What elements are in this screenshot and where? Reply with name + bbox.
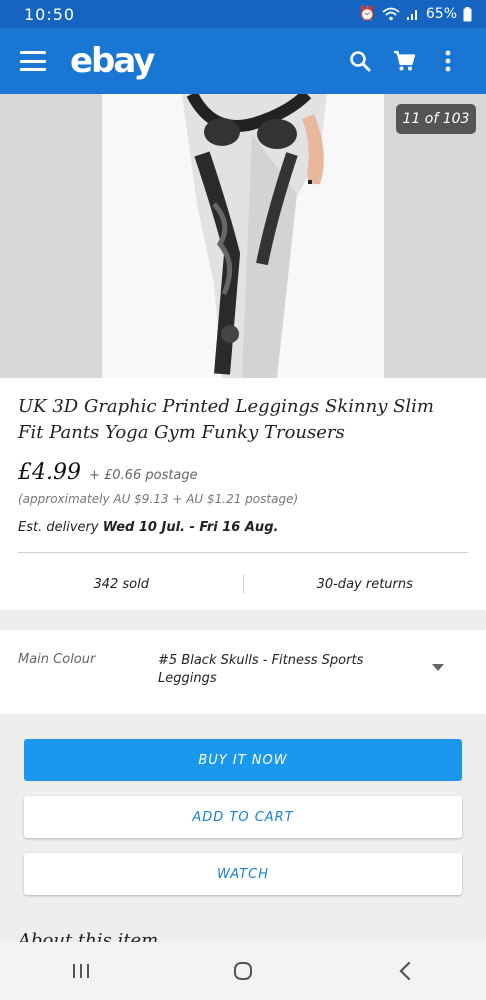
- variation-label: Main Colour: [18, 652, 96, 667]
- status-icons: ⏰ 65%: [358, 6, 472, 22]
- add-to-cart-button[interactable]: ADD TO CART: [24, 796, 462, 838]
- price-row: £4.99 + £0.66 postage: [18, 460, 198, 485]
- battery-icon: [463, 6, 472, 21]
- recent-apps-button[interactable]: [51, 951, 111, 991]
- delivery-label: Est. delivery: [18, 520, 99, 535]
- menu-icon[interactable]: [20, 51, 46, 71]
- status-bar: 10:50 ⏰ 65%: [0, 0, 486, 28]
- item-stats: 342 sold 30-day returns: [0, 564, 486, 604]
- image-counter: 11 of 103: [396, 104, 476, 134]
- more-vert-icon: [445, 50, 451, 72]
- estimated-delivery: Est. delivery Wed 10 Jul. - Fri 16 Aug.: [18, 520, 278, 535]
- cart-button[interactable]: [382, 39, 426, 83]
- alarm-icon: ⏰: [358, 6, 376, 22]
- sold-count: 342 sold: [93, 576, 150, 592]
- variation-selector[interactable]: Main Colour #5 Black Skulls - Fitness Sp…: [0, 630, 486, 714]
- image-gallery[interactable]: 11 of 103: [0, 94, 486, 378]
- divider: [18, 552, 468, 553]
- dropdown-arrow-icon[interactable]: [432, 664, 444, 671]
- wifi-icon: [382, 7, 400, 21]
- system-nav-bar: [0, 942, 486, 1000]
- signal-icon: [406, 10, 417, 20]
- postage-price: + £0.66 postage: [88, 468, 198, 483]
- approximate-price: (approximately AU $9.13 + AU $1.21 posta…: [18, 492, 299, 506]
- search-button[interactable]: [338, 39, 382, 83]
- home-icon: [234, 962, 252, 980]
- back-icon: [399, 961, 411, 981]
- product-photo[interactable]: [102, 94, 384, 378]
- item-summary-card: UK 3D Graphic Printed Leggings Skinny Sl…: [0, 378, 486, 610]
- delivery-dates: Wed 10 Jul. - Fri 16 Aug.: [102, 520, 279, 535]
- more-options-button[interactable]: [426, 39, 470, 83]
- battery-percent: 65%: [425, 6, 457, 22]
- search-icon: [350, 51, 371, 72]
- item-price: £4.99: [18, 460, 81, 485]
- app-bar: ebay: [0, 28, 486, 94]
- status-time: 10:50: [24, 4, 76, 24]
- back-button[interactable]: [375, 951, 435, 991]
- item-title: UK 3D Graphic Printed Leggings Skinny Sl…: [18, 396, 434, 443]
- watch-button[interactable]: WATCH: [24, 853, 462, 895]
- returns-policy[interactable]: 30-day returns: [244, 577, 486, 592]
- ebay-logo[interactable]: ebay: [70, 41, 338, 81]
- cart-icon: [394, 50, 416, 71]
- recent-apps-icon: [73, 964, 89, 978]
- variation-value[interactable]: #5 Black Skulls - Fitness Sports Legging…: [158, 652, 408, 688]
- buy-it-now-button[interactable]: BUY IT NOW: [24, 739, 462, 781]
- home-button[interactable]: [213, 951, 273, 991]
